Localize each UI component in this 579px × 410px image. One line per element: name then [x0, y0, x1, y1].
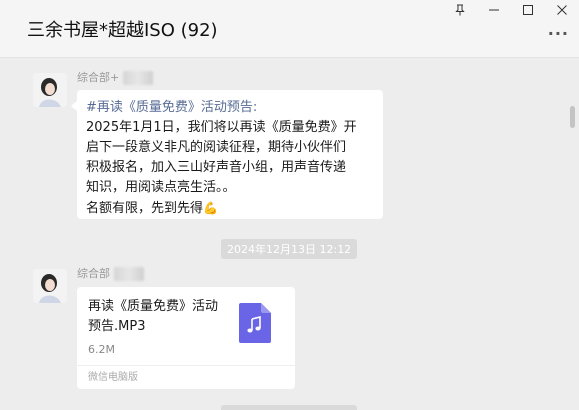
message-line: 积极报名，加入三山好声音小组，用声音传递 — [86, 160, 347, 175]
timestamp-badge: 2024年12月13日 12:12 — [221, 239, 358, 259]
message-list[interactable]: 综合部+ #再读《质量免费》活动预告: 2025年1月1日，我们将以再读《质量免… — [0, 59, 579, 410]
avatar[interactable] — [33, 73, 67, 107]
chat-titlebar: 三余书屋*超越ISO (92) ··· — [0, 0, 579, 58]
message-line: 知识，用阅读点亮生活。。 — [86, 180, 236, 195]
minimize-icon[interactable] — [477, 0, 511, 20]
message-line: 名额有限，先到先得💪 — [86, 201, 218, 216]
avatar[interactable] — [33, 269, 67, 303]
file-size: 6.2M — [88, 343, 115, 356]
file-message-card[interactable]: 再读《质量免费》活动预告.MP3 6.2M 微信电脑版 — [77, 287, 295, 389]
message-line: 启下一段意义非凡的阅读征程，期待小伙伴们 — [86, 140, 347, 155]
message-line: 2025年1月1日，我们将以再读《质量免费》开 — [86, 120, 357, 135]
sender-name: 综合部 — [77, 265, 144, 281]
pin-icon[interactable] — [443, 0, 477, 20]
close-icon[interactable] — [545, 0, 579, 20]
more-options-icon[interactable]: ··· — [548, 24, 569, 43]
message-line: #再读《质量免费》活动预告: — [86, 100, 258, 115]
music-file-icon — [239, 303, 271, 343]
chat-title: 三余书屋*超越ISO (92) — [27, 20, 218, 41]
text-message-bubble[interactable]: #再读《质量免费》活动预告: 2025年1月1日，我们将以再读《质量免费》开 启… — [77, 90, 383, 219]
redacted-name — [114, 267, 144, 281]
redacted-name — [123, 71, 154, 85]
file-name: 再读《质量免费》活动预告.MP3 — [88, 299, 219, 334]
file-source-label: 微信电脑版 — [77, 365, 295, 389]
window-controls — [443, 0, 579, 20]
sender-name: 综合部+ — [77, 69, 154, 85]
timestamp-badge-partial — [221, 405, 357, 410]
scrollbar-thumb[interactable] — [570, 106, 575, 128]
flex-emoji-icon: 💪 — [203, 201, 218, 215]
maximize-icon[interactable] — [511, 0, 545, 20]
